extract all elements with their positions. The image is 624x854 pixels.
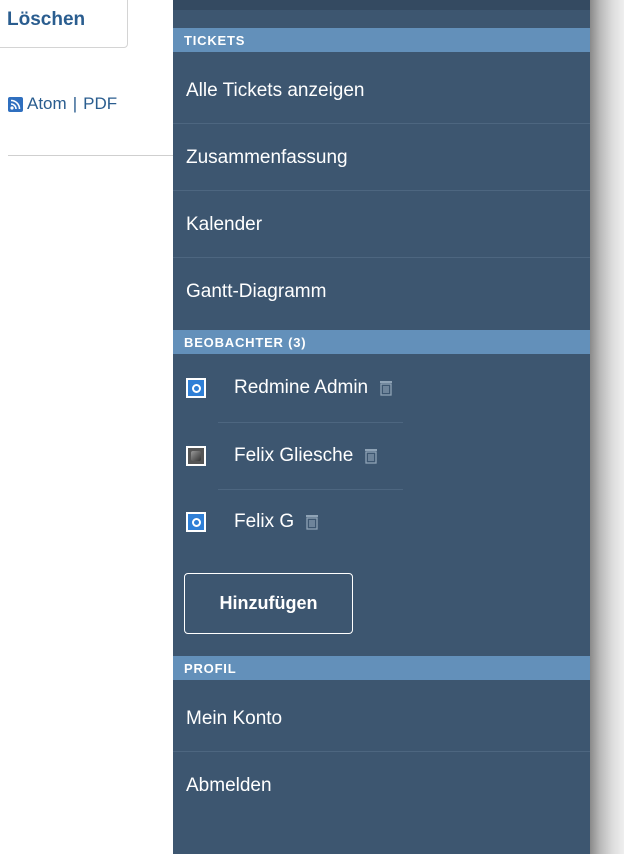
watcher-item: Redmine Admin xyxy=(186,366,393,410)
section-header-watchers: BEOBACHTER (3) xyxy=(173,330,590,354)
watcher-divider xyxy=(218,489,403,490)
section-header-tickets: TICKETS xyxy=(173,28,590,52)
watcher-name-link[interactable]: Felix Gliesche xyxy=(234,445,353,467)
sidebar-menu: TICKETS Alle Tickets anzeigen Zusammenfa… xyxy=(173,0,590,854)
section-header-profile: PROFIL xyxy=(173,656,590,680)
sidebar-item-all-tickets[interactable]: Alle Tickets anzeigen xyxy=(173,58,590,124)
power-avatar-icon xyxy=(186,512,206,532)
watcher-divider xyxy=(218,422,403,423)
sidebar-item-calendar[interactable]: Kalender xyxy=(173,192,590,258)
sidebar-shadow xyxy=(590,0,624,854)
photo-avatar-icon xyxy=(186,446,206,466)
content-divider xyxy=(8,155,178,156)
delete-watcher-icon[interactable] xyxy=(379,380,393,396)
atom-export-link[interactable]: Atom xyxy=(27,94,67,114)
sidebar-top-band xyxy=(173,0,590,10)
pdf-export-link[interactable]: PDF xyxy=(83,94,117,114)
watcher-item: Felix G xyxy=(186,500,319,544)
export-links: Atom | PDF xyxy=(8,94,117,114)
watcher-item: Felix Gliesche xyxy=(186,434,378,478)
sidebar-item-summary[interactable]: Zusammenfassung xyxy=(173,125,590,191)
power-avatar-icon xyxy=(186,378,206,398)
watcher-name-link[interactable]: Felix G xyxy=(234,511,294,533)
delete-button[interactable]: Löschen xyxy=(0,0,128,48)
sidebar-item-logout[interactable]: Abmelden xyxy=(173,753,590,819)
delete-watcher-icon[interactable] xyxy=(364,448,378,464)
sidebar-item-gantt[interactable]: Gantt-Diagramm xyxy=(173,259,590,325)
delete-watcher-icon[interactable] xyxy=(305,514,319,530)
watcher-name-link[interactable]: Redmine Admin xyxy=(234,377,368,399)
add-watcher-button[interactable]: Hinzufügen xyxy=(184,573,353,634)
rss-feed-icon xyxy=(8,96,23,112)
export-separator: | xyxy=(72,94,78,113)
sidebar-item-my-account[interactable]: Mein Konto xyxy=(173,686,590,752)
